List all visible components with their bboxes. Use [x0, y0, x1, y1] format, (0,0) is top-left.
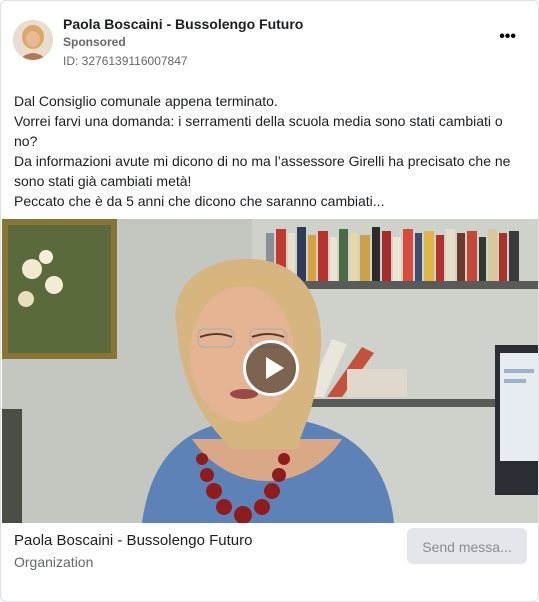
post-text-line: Da informazioni avute mi dicono di no ma… [14, 153, 511, 189]
ad-card: Paola Boscaini - Bussolengo Futuro Spons… [0, 0, 539, 602]
more-options-icon[interactable]: ••• [499, 29, 516, 45]
video-player[interactable] [2, 219, 538, 523]
play-icon[interactable] [243, 340, 299, 396]
avatar[interactable] [13, 20, 53, 60]
send-message-button[interactable]: Send messa... [407, 528, 527, 564]
page-name-link[interactable]: Paola Boscaini - Bussolengo Futuro [63, 16, 303, 32]
ad-id: ID: 3276139116007847 [63, 54, 188, 68]
ad-footer: Paola Boscaini - Bussolengo Futuro Organ… [1, 523, 538, 599]
post-header: Paola Boscaini - Bussolengo Futuro Spons… [13, 15, 526, 75]
post-text-line: Vorrei farvi una domanda: i serramenti d… [14, 113, 503, 149]
post-text: Dal Consiglio comunale appena terminato.… [14, 91, 529, 211]
post-text-line: Peccato che è da 5 anni che dicono che s… [14, 193, 385, 209]
post-text-line: Dal Consiglio comunale appena terminato. [14, 93, 278, 109]
footer-page-name[interactable]: Paola Boscaini - Bussolengo Futuro [14, 532, 252, 549]
sponsored-label: Sponsored [63, 35, 126, 49]
footer-category: Organization [14, 554, 94, 570]
